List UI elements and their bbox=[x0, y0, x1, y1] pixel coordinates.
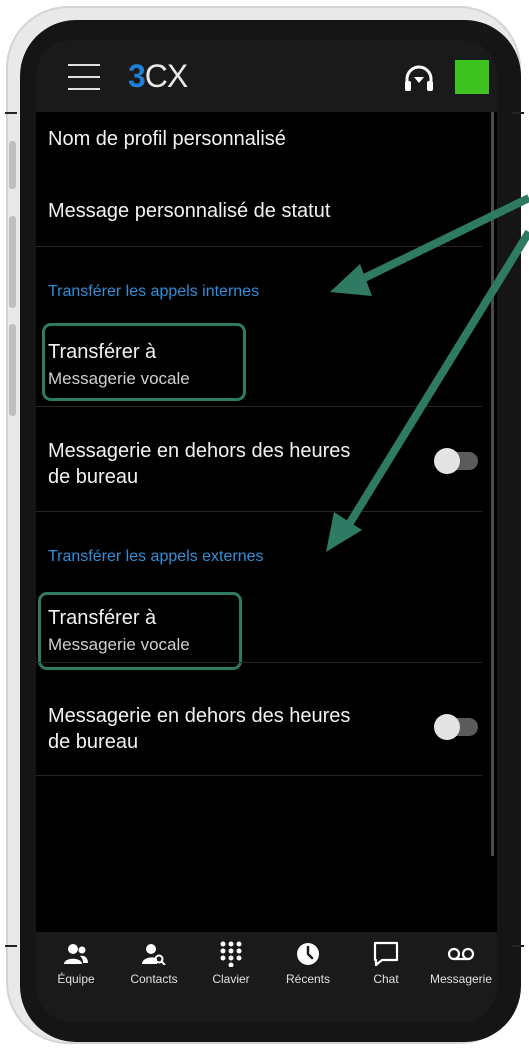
divider bbox=[36, 406, 482, 407]
external-forward-value: Messagerie vocale bbox=[48, 635, 190, 654]
divider bbox=[36, 662, 482, 663]
status-indicator[interactable] bbox=[455, 60, 489, 94]
external-after-hours-label: Messagerie en dehors des heures de burea… bbox=[48, 705, 351, 753]
contacts-search-icon bbox=[114, 940, 194, 968]
voicemail-icon bbox=[424, 940, 497, 968]
nav-team[interactable]: Équipe bbox=[38, 940, 114, 986]
chat-icon bbox=[348, 940, 424, 968]
internal-forward-label[interactable]: Transférer à bbox=[48, 339, 156, 365]
phone-volume-up-button bbox=[9, 216, 16, 308]
frame-edge-mark bbox=[512, 945, 524, 947]
top-bar: 3CX bbox=[36, 40, 497, 112]
profile-name-item[interactable]: Nom de profil personnalisé bbox=[48, 126, 286, 152]
app-screen: 3CX Nom de profil personnalisé Message p… bbox=[36, 40, 497, 1022]
status-message-item[interactable]: Message personnalisé de statut bbox=[48, 198, 330, 224]
divider bbox=[36, 775, 482, 776]
team-icon bbox=[38, 940, 114, 968]
scrollbar[interactable] bbox=[491, 112, 494, 856]
external-calls-section-title: Transférer les appels externes bbox=[48, 548, 264, 565]
internal-after-hours-label: Messagerie en dehors des heures de burea… bbox=[48, 440, 351, 488]
phone-volume-down-button bbox=[9, 324, 16, 416]
nav-recents[interactable]: Récents bbox=[268, 940, 348, 986]
internal-calls-section-title: Transférer les appels internes bbox=[48, 283, 260, 300]
clock-icon bbox=[268, 940, 348, 968]
nav-voicemail[interactable]: Messagerie bbox=[424, 940, 497, 986]
menu-icon[interactable] bbox=[68, 64, 100, 90]
nav-chat[interactable]: Chat bbox=[348, 940, 424, 986]
headset-icon[interactable] bbox=[402, 64, 436, 94]
frame-edge-mark bbox=[5, 112, 17, 114]
internal-forward-value: Messagerie vocale bbox=[48, 369, 190, 388]
external-forward-highlight bbox=[38, 592, 242, 670]
nav-dialpad[interactable]: Clavier bbox=[194, 940, 268, 986]
bottom-navigation: Équipe Contacts Clavier Récents Chat Mes… bbox=[36, 932, 497, 1022]
frame-edge-mark bbox=[512, 112, 524, 114]
app-logo: 3CX bbox=[128, 58, 188, 94]
divider bbox=[36, 246, 482, 247]
frame-edge-mark bbox=[5, 945, 17, 947]
dialpad-icon bbox=[194, 940, 268, 968]
divider bbox=[36, 511, 482, 512]
external-forward-label[interactable]: Transférer à bbox=[48, 605, 156, 631]
external-after-hours-toggle[interactable] bbox=[434, 714, 478, 740]
internal-after-hours-toggle[interactable] bbox=[434, 448, 478, 474]
phone-side-button bbox=[9, 141, 16, 189]
nav-contacts[interactable]: Contacts bbox=[114, 940, 194, 986]
